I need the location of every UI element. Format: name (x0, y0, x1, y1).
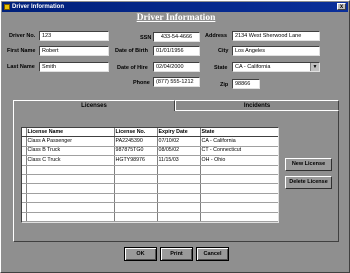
cell-license-name[interactable] (26, 221, 115, 222)
cell-expiry-date[interactable]: 08/05/02 (157, 146, 201, 157)
table-row[interactable] (22, 221, 278, 222)
cell-state[interactable] (200, 183, 278, 194)
cell-state[interactable] (200, 174, 278, 185)
cell-state[interactable] (200, 193, 278, 204)
cell-license-name[interactable] (26, 165, 115, 175)
tab-incidents[interactable]: Incidents (175, 100, 339, 111)
cell-license-no[interactable] (114, 165, 158, 175)
cell-expiry-date[interactable] (157, 212, 201, 222)
last-name-label: Last Name (7, 64, 35, 70)
table-row[interactable]: Class A Passenger PA2245390 07/10/02 CA … (22, 136, 278, 147)
cell-license-no[interactable] (114, 212, 158, 222)
first-name-label: First Name (7, 48, 36, 54)
table-row[interactable] (22, 174, 278, 185)
cell-license-name[interactable] (26, 202, 115, 213)
dob-label: Date of Birth (115, 48, 148, 54)
cell-license-no[interactable]: PA2245390 (114, 136, 158, 147)
cell-state[interactable]: CT - Connecticut (200, 146, 278, 157)
address-label: Address (205, 33, 228, 39)
cell-license-name[interactable]: Class B Truck (26, 146, 115, 157)
cell-state[interactable] (200, 202, 278, 213)
print-button[interactable]: Print (160, 247, 193, 261)
cell-license-no[interactable] (114, 221, 158, 222)
licenses-grid[interactable]: License Name License No. Expiry Date Sta… (21, 127, 279, 223)
cell-state[interactable]: CA - California (200, 136, 278, 147)
app-icon (4, 4, 10, 10)
first-name-field[interactable]: Robert (39, 46, 109, 56)
zip-label: Zip (220, 82, 229, 88)
title-bar[interactable]: Driver Information x (2, 2, 348, 12)
cell-state[interactable] (200, 212, 278, 222)
grid-header-row: License Name License No. Expiry Date Sta… (22, 128, 278, 138)
column-header-license-name[interactable]: License Name (26, 128, 115, 138)
ok-button[interactable]: OK (124, 247, 157, 261)
cell-license-no[interactable]: HGTY98976 (114, 155, 158, 166)
zip-field[interactable]: 98866 (232, 79, 260, 89)
cell-expiry-date[interactable]: 07/10/02 (157, 136, 201, 147)
cell-state[interactable]: OH - Ohio (200, 155, 278, 166)
close-button[interactable]: x (337, 3, 346, 10)
table-row[interactable] (22, 165, 278, 175)
cell-license-name[interactable] (26, 183, 115, 194)
table-row[interactable] (22, 212, 278, 222)
cell-license-name[interactable]: Class C Truck (26, 155, 115, 166)
state-select[interactable]: CA - California ▼ (232, 62, 320, 72)
cell-license-no[interactable] (114, 183, 158, 194)
ssn-label: SSN (140, 35, 152, 41)
table-row[interactable] (22, 202, 278, 213)
form-heading: Driver Information (136, 13, 216, 23)
address-field[interactable]: 2134 West Sherwood Lane (232, 31, 320, 41)
cell-state[interactable] (200, 165, 278, 175)
cell-license-name[interactable] (26, 174, 115, 185)
licenses-table: License Name License No. Expiry Date Sta… (22, 128, 278, 222)
date-of-hire-field[interactable]: 02/04/2000 (153, 62, 200, 72)
cell-license-no[interactable]: 987875TG0 (114, 146, 158, 157)
city-label: City (218, 48, 229, 54)
phone-label: Phone (133, 80, 150, 86)
driver-no-label: Driver No. (9, 33, 36, 39)
driver-no-field[interactable]: 123 (39, 31, 109, 41)
state-label: State (214, 65, 228, 71)
delete-license-button[interactable]: Delete License (285, 176, 332, 189)
column-header-state[interactable]: State (200, 128, 278, 138)
city-field[interactable]: Los Angeles (232, 46, 320, 56)
last-name-field[interactable]: Smith (39, 62, 109, 72)
cell-license-name[interactable] (26, 212, 115, 222)
cell-expiry-date[interactable] (157, 202, 201, 213)
cell-state[interactable] (200, 221, 278, 222)
tab-licenses[interactable]: Licenses (13, 100, 175, 111)
cell-expiry-date[interactable]: 11/15/03 (157, 155, 201, 166)
cell-license-name[interactable] (26, 193, 115, 204)
new-license-button[interactable]: New License (285, 158, 332, 171)
ssn-field[interactable]: 433-54-4666 (153, 32, 200, 42)
phone-field[interactable]: (877) 555-1212 (153, 77, 200, 87)
window-title: Driver Information (12, 4, 65, 10)
table-row[interactable] (22, 183, 278, 194)
chevron-down-icon[interactable]: ▼ (310, 63, 319, 71)
cell-expiry-date[interactable] (157, 165, 201, 175)
cell-expiry-date[interactable] (157, 174, 201, 185)
cell-expiry-date[interactable] (157, 221, 201, 222)
column-header-license-no[interactable]: License No. (114, 128, 158, 138)
cell-license-name[interactable]: Class A Passenger (26, 136, 115, 147)
driver-info-window: Driver Information x Driver Information … (0, 0, 350, 273)
dob-field[interactable]: 01/01/1956 (153, 46, 200, 56)
table-row[interactable]: Class C Truck HGTY98976 11/15/03 OH - Oh… (22, 155, 278, 166)
cell-license-no[interactable] (114, 193, 158, 204)
cell-license-no[interactable] (114, 202, 158, 213)
state-select-value: CA - California (235, 64, 271, 70)
date-of-hire-label: Date of Hire (117, 65, 148, 71)
table-row[interactable]: Class B Truck 987875TG0 08/05/02 CT - Co… (22, 146, 278, 157)
cell-expiry-date[interactable] (157, 183, 201, 194)
cancel-button[interactable]: Cancel (196, 247, 229, 261)
cell-expiry-date[interactable] (157, 193, 201, 204)
table-row[interactable] (22, 193, 278, 204)
column-header-expiry-date[interactable]: Expiry Date (157, 128, 201, 138)
cell-license-no[interactable] (114, 174, 158, 185)
